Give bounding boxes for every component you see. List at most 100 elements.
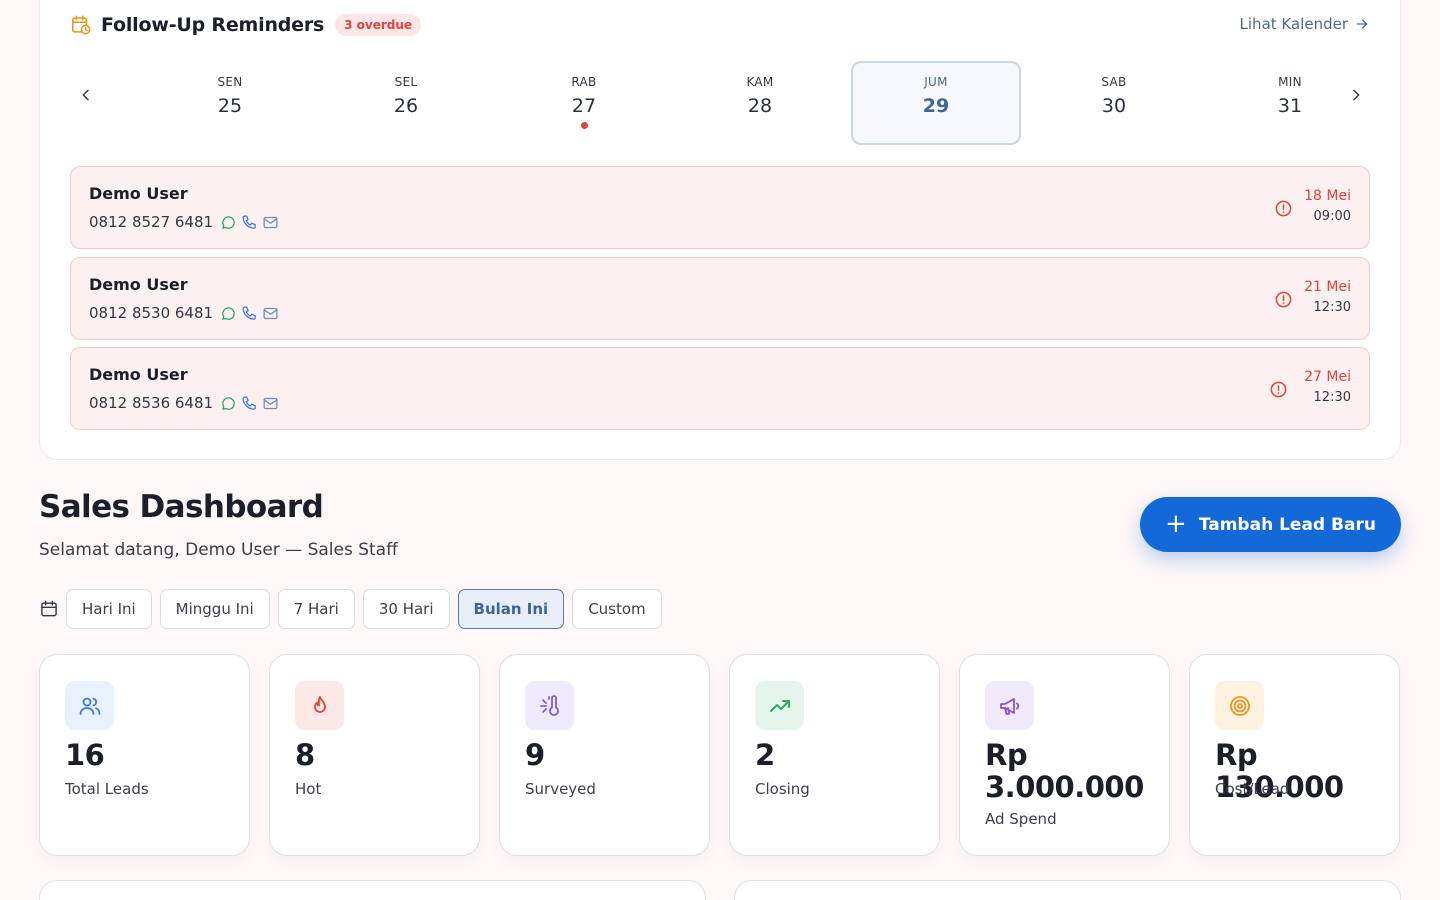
reminder-dot — [580, 122, 588, 129]
day-thu[interactable]: KAM 28 — [675, 61, 845, 145]
arrow-right-icon — [1356, 19, 1368, 29]
day-name: RAB — [571, 75, 597, 89]
reminder-item[interactable]: Demo User 0812 8536 6481 27 Mei 12:30 — [70, 347, 1370, 430]
reminder-contact: 0812 8536 6481 — [89, 394, 283, 412]
day-wed[interactable]: RAB 27 — [499, 61, 669, 145]
stat-label: Cost/Lead — [1215, 780, 1290, 798]
followup-title: Follow-Up Reminders — [101, 14, 325, 36]
reminder-item[interactable]: Demo User 0812 8527 6481 18 Mei 09:00 — [70, 166, 1370, 249]
day-sat[interactable]: SAB 30 — [1029, 61, 1199, 145]
plus-icon: + — [1165, 508, 1187, 539]
reminder-time: 12:30 — [1313, 300, 1351, 315]
alert-circle-icon — [1275, 200, 1292, 217]
phone-icon[interactable] — [241, 305, 258, 322]
reminder-contact: 0812 8527 6481 — [89, 213, 283, 231]
next-week-button[interactable] — [1342, 81, 1370, 109]
day-number: 28 — [747, 95, 773, 117]
day-mon[interactable]: SEN 25 — [145, 61, 315, 145]
filter-this-week[interactable]: Minggu Ini — [159, 589, 270, 629]
reminder-item[interactable]: Demo User 0812 8530 6481 21 Mei 12:30 — [70, 257, 1370, 340]
overdue-badge: 3 overdue — [335, 14, 422, 36]
chevron-left-icon — [82, 89, 89, 101]
add-lead-label: Tambah Lead Baru — [1198, 514, 1376, 535]
stat-value: 9 — [525, 738, 545, 772]
stat-card-cost-per-lead[interactable]: Rp 130.000 Cost/Lead — [1189, 654, 1400, 856]
reminder-name: Demo User — [89, 275, 188, 294]
whatsapp-icon[interactable] — [220, 305, 237, 322]
page-title: Sales Dashboard — [39, 489, 324, 525]
day-name: SAB — [1101, 75, 1127, 89]
stat-card-hot[interactable]: 8 Hot — [269, 654, 480, 856]
reminder-name: Demo User — [89, 184, 188, 203]
day-name: SEL — [394, 75, 418, 89]
reminder-name: Demo User — [89, 365, 188, 384]
stat-value: 16 — [65, 738, 105, 772]
reminder-phone: 0812 8530 6481 — [89, 304, 214, 322]
stat-label: Surveyed — [525, 780, 596, 798]
reminder-datetime: 18 Mei 09:00 — [1304, 188, 1351, 224]
day-tue[interactable]: SEL 26 — [321, 61, 491, 145]
day-name: KAM — [746, 75, 774, 89]
day-number: 29 — [922, 95, 950, 117]
prev-week-button[interactable] — [72, 81, 100, 109]
megaphone-icon — [985, 681, 1034, 730]
filter-30-days[interactable]: 30 Hari — [362, 589, 450, 629]
followup-card: Follow-Up Reminders 3 overdue Lihat Kale… — [39, 0, 1401, 460]
day-fri-selected[interactable]: JUM 29 — [851, 61, 1021, 145]
day-number: 25 — [217, 95, 243, 117]
alert-circle-icon — [1275, 291, 1292, 308]
thermometer-icon — [525, 681, 574, 730]
stat-label: Closing — [755, 780, 810, 798]
stat-card-surveyed[interactable]: 9 Surveyed — [499, 654, 710, 856]
whatsapp-icon[interactable] — [220, 214, 237, 231]
filter-7-days[interactable]: 7 Hari — [277, 589, 355, 629]
reminder-date: 18 Mei — [1304, 188, 1351, 204]
stat-value: 8 — [295, 738, 315, 772]
day-number: 26 — [393, 95, 419, 117]
reminder-time: 12:30 — [1313, 390, 1351, 405]
filter-today[interactable]: Hari Ini — [66, 589, 152, 629]
chevron-right-icon — [1353, 89, 1360, 101]
phone-icon[interactable] — [241, 395, 258, 412]
reminder-time: 09:00 — [1313, 209, 1351, 224]
bottom-panel-left — [39, 880, 706, 900]
mail-icon[interactable] — [262, 395, 279, 412]
day-number: 27 — [571, 95, 597, 117]
mail-icon[interactable] — [262, 214, 279, 231]
calendar-icon — [41, 600, 57, 617]
reminder-date: 27 Mei — [1304, 369, 1351, 385]
phone-icon[interactable] — [241, 214, 258, 231]
day-number: 30 — [1101, 95, 1127, 117]
date-filter-bar: Hari Ini Minggu Ini 7 Hari 30 Hari Bulan… — [39, 589, 670, 629]
reminder-date: 21 Mei — [1304, 279, 1351, 295]
reminder-phone: 0812 8527 6481 — [89, 213, 214, 231]
filter-this-month[interactable]: Bulan Ini — [457, 589, 565, 629]
day-name: JUM — [924, 75, 948, 89]
page-subtitle: Selamat datang, Demo User — Sales Staff — [39, 540, 398, 560]
reminder-phone: 0812 8536 6481 — [89, 394, 214, 412]
stat-card-ad-spend[interactable]: Rp 3.000.000 Ad Spend — [959, 654, 1170, 856]
add-lead-button[interactable]: + Tambah Lead Baru — [1140, 497, 1401, 552]
whatsapp-icon[interactable] — [220, 395, 237, 412]
week-strip: SEN 25 SEL 26 RAB 27 KAM 28 JUM 29 SAB 3… — [70, 59, 1372, 149]
bottom-panel-right — [734, 880, 1401, 900]
followup-header: Follow-Up Reminders 3 overdue — [70, 13, 422, 37]
reminder-contact: 0812 8530 6481 — [89, 304, 283, 322]
target-icon — [1215, 681, 1264, 730]
stat-label: Total Leads — [65, 780, 149, 798]
trending-up-icon — [755, 681, 804, 730]
view-calendar-link[interactable]: Lihat Kalender — [1240, 15, 1370, 33]
stat-card-total-leads[interactable]: 16 Total Leads — [39, 654, 250, 856]
reminder-datetime: 21 Mei 12:30 — [1304, 279, 1351, 315]
calendar-clock-icon — [71, 15, 91, 35]
flame-icon — [295, 681, 344, 730]
mail-icon[interactable] — [262, 305, 279, 322]
stat-card-closing[interactable]: 2 Closing — [729, 654, 940, 856]
alert-circle-icon — [1270, 381, 1287, 398]
stat-label: Hot — [295, 780, 322, 798]
reminder-datetime: 27 Mei 12:30 — [1304, 369, 1351, 405]
stat-value: Rp 3.000.000 — [985, 738, 1144, 804]
stat-value: 2 — [755, 738, 775, 772]
filter-custom[interactable]: Custom — [572, 589, 662, 629]
users-icon — [65, 681, 114, 730]
